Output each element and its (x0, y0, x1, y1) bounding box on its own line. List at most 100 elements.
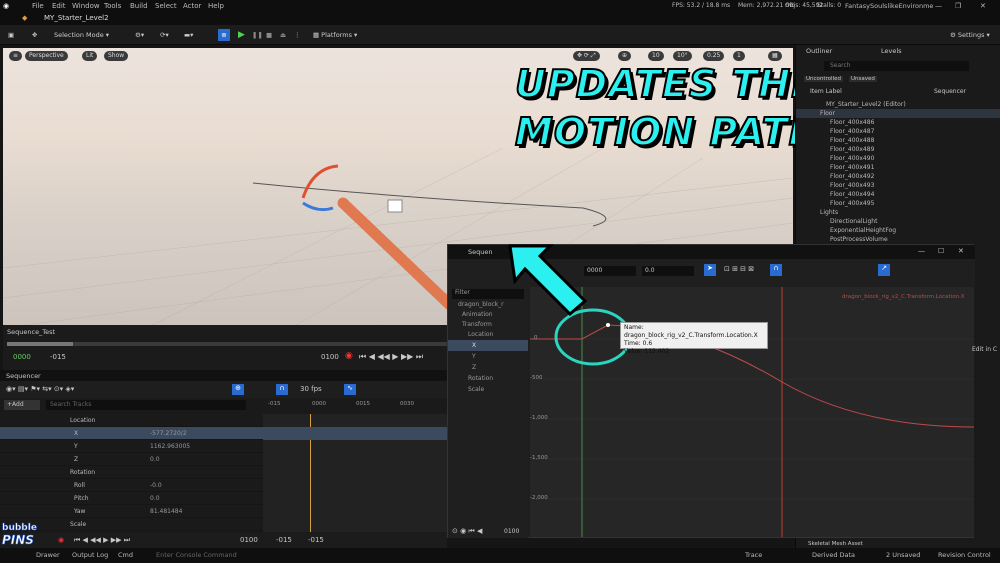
outliner-row[interactable]: Floor (796, 109, 1000, 118)
outliner-search-input[interactable]: Search (824, 61, 969, 71)
record-icon[interactable]: ◉ (345, 351, 353, 361)
pause-icon[interactable]: ❚❚ (252, 29, 263, 41)
platforms-button[interactable]: ▦ Platforms ▾ (313, 29, 357, 41)
outliner-row[interactable]: Floor_400x495 (796, 199, 1000, 208)
item-label-col[interactable]: Item Label (810, 88, 842, 95)
save-icon[interactable]: ▣ (8, 29, 14, 41)
tree-item[interactable]: Transform (462, 321, 492, 328)
track-row[interactable]: Scale (0, 518, 265, 531)
world-local-icon[interactable]: ⊕ (618, 51, 632, 61)
menu-select[interactable]: Select (155, 2, 177, 10)
track-row[interactable]: Yaw 81.481484 (0, 505, 265, 518)
grid-snap[interactable]: 10 (648, 51, 664, 61)
track-row[interactable]: Rotation (0, 466, 265, 479)
unreal-logo-icon[interactable]: ◉ (3, 2, 9, 10)
outliner-row[interactable]: Floor_400x486 (796, 118, 1000, 127)
outliner-row[interactable]: DirectionalLight (796, 217, 1000, 226)
track-row[interactable]: Pitch 0.0 (0, 492, 265, 505)
snap-magnet-icon[interactable]: ∩ (276, 384, 288, 395)
edit-in-label[interactable]: Edit in C (972, 346, 997, 353)
outliner-row[interactable]: MY_Starter_Level2 (Editor) (796, 100, 1000, 109)
levels-tab[interactable]: Levels (881, 47, 902, 55)
track-value[interactable]: 0.0 (150, 492, 160, 505)
tangent-icon[interactable]: ↗ (878, 264, 890, 276)
sequencer-tab[interactable]: Sequencer (6, 372, 41, 380)
layout-icon[interactable]: ▦ (768, 51, 782, 61)
track-row[interactable]: Y 1162.963005 (0, 440, 265, 453)
outliner-tab[interactable]: Outliner (806, 47, 832, 55)
gizmo-axis[interactable] (302, 201, 334, 212)
stop-icon[interactable]: ■ (266, 29, 272, 41)
viewport-menu-icon[interactable]: ≡ (9, 51, 23, 61)
minimize-icon[interactable]: — (935, 2, 942, 10)
unsaved-button[interactable]: 2 Unsaved (886, 551, 920, 559)
timeline-track[interactable] (7, 342, 447, 346)
settings-button[interactable]: ⚙ Settings ▾ (950, 29, 990, 41)
menu-help[interactable]: Help (208, 2, 224, 10)
outliner-row[interactable]: Floor_400x490 (796, 154, 1000, 163)
auto-key-icon[interactable]: ⊕ (232, 384, 244, 395)
track-row[interactable]: X -577.2720/2 (0, 427, 265, 440)
outliner-row[interactable]: ExponentialHeightFog (796, 226, 1000, 235)
trace-button[interactable]: Trace (745, 551, 762, 559)
scale-snap[interactable]: 0.25 (703, 51, 725, 61)
transport-controls[interactable]: ⏮ ◀ ◀◀ ▶ ▶▶ ⏭ (359, 352, 423, 362)
track-value[interactable]: -577.2720/2 (150, 427, 187, 440)
eject-icon[interactable]: ⏏ (280, 29, 286, 41)
transform-tools[interactable]: ✥ ⟳ ⤢ (573, 51, 600, 61)
tree-item[interactable]: Z (472, 364, 476, 371)
maximize-icon[interactable]: ❐ (955, 2, 961, 10)
show-button[interactable]: Show (104, 51, 129, 61)
console-input[interactable]: Enter Console Command (156, 551, 237, 559)
cw-minimize-icon[interactable]: — (918, 247, 925, 255)
add-track-button[interactable]: +Add (4, 400, 40, 410)
snap-icon[interactable]: ⊕ (218, 29, 230, 41)
outliner-row[interactable]: Floor_400x487 (796, 127, 1000, 136)
track-value[interactable]: 1162.963005 (150, 440, 190, 453)
drawer-button[interactable]: Drawer (36, 551, 60, 559)
menu-build[interactable]: Build (130, 2, 148, 10)
track-row[interactable]: Roll -0.0 (0, 479, 265, 492)
lit-button[interactable]: Lit (82, 51, 98, 61)
uncontrolled-filter[interactable]: Uncontrolled (804, 76, 843, 82)
menu-window[interactable]: Window (72, 2, 100, 10)
track-value[interactable]: -0.0 (150, 479, 162, 492)
search-tracks-input[interactable]: Search Tracks (46, 400, 246, 410)
curve-tools[interactable]: ⊡ ⊞ ⊟ ⊠ (724, 265, 754, 273)
outliner-row[interactable]: Floor_400x493 (796, 181, 1000, 190)
cam-speed[interactable]: 1 (733, 51, 745, 61)
rotation-gizmo[interactable] (301, 164, 339, 199)
seq-tools-icons[interactable]: ◉▾ ▤▾ ⚑▾ ⇆▾ ⊙▾ ◈▾ (6, 385, 74, 393)
curve-key[interactable] (606, 323, 610, 327)
derived-data-button[interactable]: Derived Data (812, 551, 855, 559)
tree-item[interactable]: Scale (468, 386, 484, 393)
output-log-button[interactable]: Output Log (72, 551, 108, 559)
unsaved-filter[interactable]: Unsaved (849, 76, 877, 82)
menu-tools[interactable]: Tools (104, 2, 121, 10)
cw-maximize-icon[interactable]: ☐ (938, 247, 944, 255)
outliner-row[interactable]: Lights (796, 208, 1000, 217)
curve-editor-icon[interactable]: ∿ (344, 384, 356, 395)
seq-transport[interactable]: ⏮ ◀ ◀◀ ▶ ▶▶ ⏭ (74, 536, 130, 545)
tree-item-selected[interactable]: X (472, 342, 476, 349)
blueprint-icon[interactable]: ⟳▾ (160, 29, 169, 41)
cw-close-icon[interactable]: ✕ (958, 247, 964, 255)
level-tab[interactable]: MY_Starter_Level2 (44, 14, 109, 22)
tree-item[interactable]: Y (472, 353, 476, 360)
cmd-button[interactable]: Cmd (118, 551, 133, 559)
outliner-row[interactable]: PostProcessVolume (796, 235, 1000, 244)
seq-record-icon[interactable]: ◉ (58, 536, 64, 544)
menu-file[interactable]: File (32, 2, 44, 10)
revision-control-button[interactable]: Revision Control (938, 551, 991, 559)
outliner-row[interactable]: Floor_400x492 (796, 172, 1000, 181)
track-row[interactable]: Z 0.0 (0, 453, 265, 466)
track-value[interactable]: 0.0 (150, 453, 160, 466)
cw-transport[interactable]: ⊙ ◉ ⏮ ◀ (452, 527, 482, 536)
perspective-button[interactable]: Perspective (25, 51, 68, 61)
curve-snap-icon[interactable]: ∩ (770, 264, 782, 276)
content-icon[interactable]: ⚙▾ (135, 29, 144, 41)
fps-dropdown[interactable]: 30 fps (300, 385, 322, 393)
curve-tab[interactable]: Sequen (468, 248, 493, 256)
rot-snap[interactable]: 10° (673, 51, 692, 61)
menu-actor[interactable]: Actor (183, 2, 201, 10)
